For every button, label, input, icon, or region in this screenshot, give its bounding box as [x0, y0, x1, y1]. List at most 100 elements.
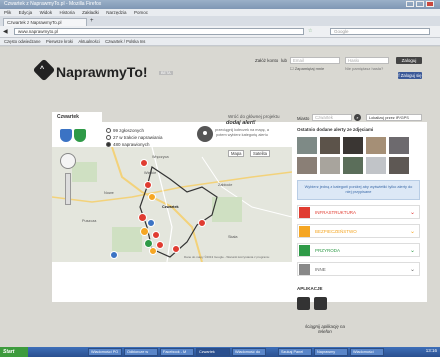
menu-view[interactable]: Widok: [40, 10, 53, 15]
chevron-down-icon: ⌄: [409, 210, 415, 216]
facebook-login-button[interactable]: f Zaloguj się: [398, 72, 422, 79]
category-label: INFRASTRUKTURA: [315, 210, 357, 215]
taskbar-item[interactable]: Wiadomości: [350, 348, 384, 356]
category-infrastructure[interactable]: INFRASTRUKTURA ⌄: [297, 205, 420, 219]
register-link[interactable]: Załóż konto: [255, 58, 278, 63]
menu-bookmarks[interactable]: Zakładki: [82, 10, 99, 15]
email-field[interactable]: Email: [290, 57, 340, 64]
remember-label: Zapamiętaj mnie: [294, 66, 325, 71]
category-nature[interactable]: PRZYRODA ⌄: [297, 243, 420, 257]
alert-photo-thumbnail[interactable]: [389, 137, 409, 154]
bookmark-item[interactable]: Pierwsze kroki: [46, 39, 73, 44]
city-search-input[interactable]: Czwartek: [312, 114, 352, 121]
alert-photo-thumbnail[interactable]: [389, 157, 409, 174]
map-place-label: Wielkie: [144, 171, 157, 175]
system-clock: 13:16: [425, 348, 437, 353]
alert-photo-thumbnail[interactable]: [343, 137, 363, 154]
category-label: BEZPIECZEŃSTWO: [315, 229, 357, 234]
apple-icon[interactable]: [297, 297, 310, 310]
taskbar-item[interactable]: Odbiorcze w: [124, 348, 158, 356]
window-title: Czwartek z NaprawmyTo.pl - Mozilla Firef…: [4, 1, 102, 7]
alert-marker[interactable]: [148, 193, 156, 201]
alert-photo-thumbnail[interactable]: [320, 157, 340, 174]
bookmark-item[interactable]: Często odwiedzane: [4, 39, 41, 44]
close-button[interactable]: [426, 1, 434, 7]
stat-label: zgłoszonych: [119, 128, 145, 133]
apps-title: APLIKACJE: [297, 286, 323, 291]
taskbar-item[interactable]: Naprawmy: [314, 348, 348, 356]
chevron-down-icon: ⌄: [409, 229, 415, 235]
tree-icon: [299, 245, 310, 256]
back-arrow-icon[interactable]: ◀: [3, 28, 8, 35]
alert-marker[interactable]: [138, 213, 147, 222]
category-tip: Wybierz jedną z kategorii poniżej aby wy…: [297, 180, 420, 200]
site-logo[interactable]: NaprawmyTo!: [56, 64, 148, 80]
bookmark-item[interactable]: Aktualności: [78, 39, 99, 44]
alert-marker[interactable]: [140, 227, 149, 236]
alert-marker[interactable]: [149, 247, 157, 255]
tab-main-project[interactable]: Wróć do głównej projektu: [228, 114, 280, 119]
alert-marker[interactable]: [110, 251, 118, 259]
taskbar-item[interactable]: Wiadomości PO: [88, 348, 122, 356]
window-titlebar: Czwartek z NaprawmyTo.pl - Mozilla Firef…: [0, 0, 440, 9]
alert-marker[interactable]: [156, 241, 164, 249]
satellite-mode-button[interactable]: Satelita: [250, 150, 270, 157]
taskbar-item[interactable]: Wiadomość do: [232, 348, 266, 356]
bookmark-item[interactable]: Czwartek / Polska Ins: [105, 39, 145, 44]
alert-photo-thumbnail[interactable]: [366, 157, 386, 174]
alert-marker[interactable]: [198, 219, 206, 227]
alert-photo-thumbnail[interactable]: [320, 137, 340, 154]
logo-text: NaprawmyTo!: [56, 64, 148, 80]
stat-value: 27: [113, 135, 119, 140]
alert-marker[interactable]: [140, 159, 148, 167]
start-button[interactable]: Start: [0, 347, 28, 357]
stat-reported[interactable]: 99 zgłoszonych: [106, 128, 145, 134]
stat-label: w trakcie naprawiania: [119, 135, 163, 140]
category-security[interactable]: BEZPIECZEŃSTWO ⌄: [297, 224, 420, 238]
map-view[interactable]: Wręczyca Wielkie Czwartek Nowe Zabłocie …: [52, 147, 292, 262]
login-button[interactable]: Zaloguj: [396, 57, 422, 64]
maximize-button[interactable]: [416, 1, 424, 7]
search-icon[interactable]: ⌕: [354, 114, 361, 121]
category-other[interactable]: INNE ⌄: [297, 262, 420, 276]
alert-photo-thumbnail[interactable]: [366, 137, 386, 154]
recent-alerts-title: Ostatnio dodane alerty ze zdjęciami: [297, 127, 374, 132]
pan-control[interactable]: [60, 153, 76, 169]
zoom-slider[interactable]: [65, 173, 71, 205]
taskbar-item[interactable]: Szukaj Panel: [278, 348, 312, 356]
taskbar-item[interactable]: Czwartek: [196, 348, 230, 356]
remember-checkbox[interactable]: ☐ Zapamiętaj mnie: [290, 66, 324, 71]
alert-photo-thumbnail[interactable]: [297, 137, 317, 154]
alert-marker[interactable]: [152, 231, 160, 239]
minimize-button[interactable]: [406, 1, 414, 7]
region-crest-icon: [74, 129, 86, 142]
alert-marker[interactable]: [144, 181, 152, 189]
star-icon[interactable]: ☆: [308, 28, 312, 34]
apps-caption: ściągnij aplikację na telefon: [304, 324, 346, 334]
stat-in-progress[interactable]: 27 w trakcie naprawiania: [106, 135, 163, 141]
new-tab-icon[interactable]: +: [90, 18, 94, 24]
category-label: INNE: [315, 267, 326, 272]
alert-marker[interactable]: [147, 219, 155, 227]
menu-edit[interactable]: Edycja: [19, 10, 33, 15]
menu-bar: Plik Edycja Widok Historia Zakładki Narz…: [0, 9, 440, 16]
android-icon[interactable]: [314, 297, 327, 310]
alert-marker[interactable]: [172, 245, 180, 253]
taskbar-item[interactable]: Facebook - M: [160, 348, 194, 356]
url-bar[interactable]: www.naprawmyto.pl: [14, 28, 304, 35]
chevron-down-icon: ⌄: [409, 248, 415, 254]
menu-file[interactable]: Plik: [4, 10, 11, 15]
menu-help[interactable]: Pomoc: [134, 10, 148, 15]
menu-tools[interactable]: Narzędzia: [106, 10, 126, 15]
browser-tab[interactable]: Czwartek z NaprawmyTo.pl: [3, 18, 87, 26]
city-label: Miasto: [297, 116, 310, 121]
password-field[interactable]: Hasło: [345, 57, 389, 64]
alert-photo-thumbnail[interactable]: [343, 157, 363, 174]
browser-search-input[interactable]: Google: [330, 28, 430, 35]
map-mode-button[interactable]: Mapa: [228, 150, 245, 157]
menu-history[interactable]: Historia: [59, 10, 74, 15]
tab-czwartek[interactable]: Czwartek: [52, 112, 102, 122]
locate-button[interactable]: Lokalizuj przez IP/GPS: [366, 114, 422, 121]
alert-photo-thumbnail[interactable]: [297, 157, 317, 174]
forgot-password-link[interactable]: Nie pamiętasz hasła?: [345, 66, 383, 71]
